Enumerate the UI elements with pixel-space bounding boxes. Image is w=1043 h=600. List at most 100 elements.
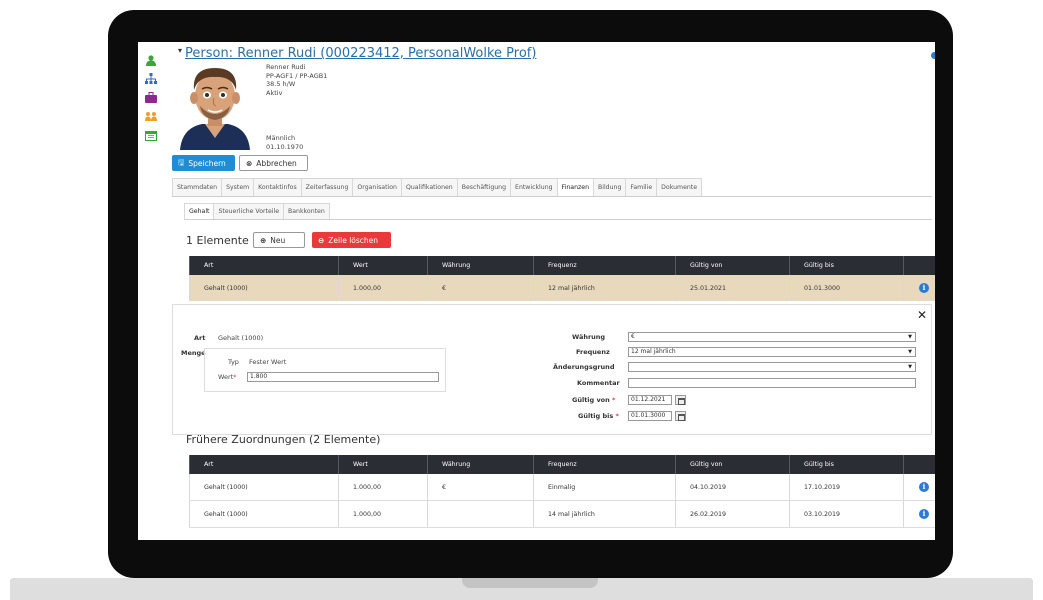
col-actions [903,256,935,275]
gueltig-bis-input[interactable]: 01.01.3000 [628,411,672,421]
kommentar-input[interactable] [628,378,916,388]
cell-art: Gehalt (1000) [189,501,338,527]
subtab-steuerliche-vorteile[interactable]: Steuerliche Vorteile [213,203,284,219]
calendar-icon[interactable] [675,395,686,405]
calendar-icon[interactable] [675,411,686,421]
required-marker: * [615,412,619,420]
tab-finanzen[interactable]: Finanzen [556,178,594,196]
person-info: Renner Rudi PP-AGF1 / PP-AGB1 38.5 h/W A… [266,63,327,97]
delete-label: Zeile löschen [328,235,379,245]
waehrung-select[interactable]: € ▼ [628,332,916,342]
required-marker: * [233,373,237,381]
gueltig-von-input[interactable]: 01.12.2021 [628,395,672,405]
subtab-gehalt[interactable]: Gehalt [184,203,215,219]
tab-beschaeftigung[interactable]: Beschäftigung [456,178,512,196]
col-wert[interactable]: Wert [338,455,427,474]
cell-gueltig-von: 25.01.2021 [675,275,789,301]
waehrung-value: € [631,333,635,340]
new-button[interactable]: ⊕ Neu [253,232,305,248]
table-row[interactable]: Gehalt (1000) 1.000,00 14 mal jährlich 2… [189,501,935,528]
cell-waehrung: € [427,275,533,301]
frequenz-label: Frequenz [576,348,610,356]
table-row[interactable]: Gehalt (1000) 1.000,00 € Einmalig 04.10.… [189,474,935,501]
person-info-extra: Männlich 01.10.1970 [266,134,303,152]
col-waehrung[interactable]: Währung [427,256,533,275]
gueltig-bis-label: Gültig bis * [578,412,619,420]
plus-icon: ⊕ [260,235,267,245]
cell-gueltig-bis: 01.01.3000 [789,275,903,301]
calendar-icon[interactable] [145,130,157,141]
person-icon[interactable] [145,55,157,66]
tab-stammdaten[interactable]: Stammdaten [172,178,223,196]
cell-art: Gehalt (1000) [189,275,338,301]
chevron-down-icon: ▼ [908,364,912,370]
info-icon[interactable]: i [919,283,929,293]
tab-bildung[interactable]: Bildung [593,178,627,196]
tab-zeiterfassung[interactable]: Zeiterfassung [300,178,354,196]
person-name: Renner Rudi [266,63,306,71]
tab-kontaktinfos[interactable]: Kontaktinfos [253,178,302,196]
col-gueltig-bis[interactable]: Gültig bis [789,455,903,474]
close-icon[interactable]: ✕ [917,308,927,322]
col-frequenz[interactable]: Frequenz [533,256,675,275]
menge-label: Menge [181,349,206,357]
chevron-down-icon: ▼ [908,334,912,340]
save-icon: 🖫 [178,157,185,167]
cell-wert: 1.000,00 [338,474,427,500]
col-frequenz[interactable]: Frequenz [533,455,675,474]
collapse-caret-icon[interactable]: ▾ [178,46,182,55]
sub-tabs: Gehalt Steuerliche Vorteile Bankkonten [184,203,932,220]
tab-familie[interactable]: Familie [625,178,658,196]
tab-dokumente[interactable]: Dokumente [656,178,703,196]
col-gueltig-von[interactable]: Gültig von [675,455,789,474]
col-waehrung[interactable]: Währung [427,455,533,474]
cell-wert: 1.000,00 [338,275,427,301]
typ-value: Fester Wert [249,358,287,366]
tab-qualifikationen[interactable]: Qualifikationen [400,178,458,196]
frequenz-select[interactable]: 12 mal jährlich ▼ [628,347,916,357]
tab-system[interactable]: System [221,178,255,196]
col-art[interactable]: Art [189,256,338,275]
info-icon[interactable]: i [919,482,929,492]
subtab-bankkonten[interactable]: Bankkonten [283,203,330,219]
cell-frequenz: Einmalig [533,474,675,500]
col-gueltig-von[interactable]: Gültig von [675,256,789,275]
frequenz-value: 12 mal jährlich [631,348,676,355]
cell-waehrung: € [427,474,533,500]
status-dot [931,52,935,59]
table-row-selected[interactable]: Gehalt (1000) 1.000,00 € 12 mal jährlich… [189,275,935,301]
cancel-icon: ⊗ [246,158,253,168]
previous-assignments-title: Frühere Zuordnungen (2 Elemente) [186,433,381,446]
save-label: Speichern [188,158,226,168]
col-gueltig-bis[interactable]: Gültig bis [789,256,903,275]
col-art[interactable]: Art [189,455,338,474]
app-screen: ▾ Person: Renner Rudi (000223412, Person… [138,42,935,540]
gueltig-von-label: Gültig von * [572,396,615,404]
info-icon[interactable]: i [919,509,929,519]
save-button[interactable]: 🖫 Speichern [172,155,235,171]
table-header: Art Wert Währung Frequenz Gültig von Gül… [189,256,935,275]
org-chart-icon[interactable] [145,73,157,84]
team-icon[interactable] [145,111,157,122]
kommentar-label: Kommentar [577,379,620,387]
person-hours: 38.5 h/W [266,80,296,88]
cell-art: Gehalt (1000) [189,474,338,500]
cell-frequenz: 12 mal jährlich [533,275,675,301]
cell-gueltig-bis: 03.10.2019 [789,501,903,527]
person-org: PP-AGF1 / PP-AGB1 [266,71,328,80]
tab-organisation[interactable]: Organisation [352,178,402,196]
wert-input[interactable]: 1.800 [247,372,439,382]
delete-row-button[interactable]: ⊖ Zeile löschen [312,232,391,248]
chevron-down-icon: ▼ [908,349,912,355]
cell-actions: i [903,501,935,527]
col-wert[interactable]: Wert [338,256,427,275]
cancel-button[interactable]: ⊗ Abbrechen [239,155,308,171]
gueltig-bis-label-text: Gültig bis [578,412,614,420]
cell-waehrung [427,501,533,527]
briefcase-icon[interactable] [145,92,157,103]
cell-wert: 1.000,00 [338,501,427,527]
tab-entwicklung[interactable]: Entwicklung [510,178,558,196]
person-title-link[interactable]: Person: Renner Rudi (000223412, Personal… [185,46,536,61]
table-header: Art Wert Währung Frequenz Gültig von Gül… [189,455,935,474]
aenderungsgrund-select[interactable]: ▼ [628,362,916,372]
